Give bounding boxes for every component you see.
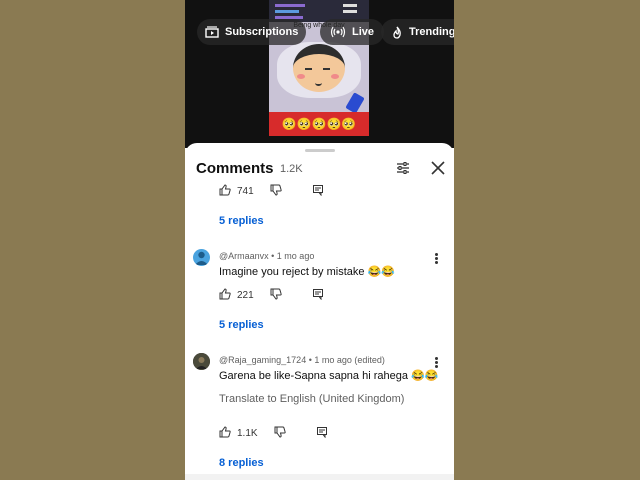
view-replies-link[interactable]: 5 replies	[219, 319, 264, 331]
live-icon	[330, 26, 346, 38]
phone-screen: Being whole day 🥺🥺🥺🥺🥺 Subscriptions Live…	[185, 0, 454, 480]
cheek	[331, 74, 339, 79]
thumb-up-icon[interactable]	[219, 287, 231, 303]
nav-subscriptions-label: Subscriptions	[225, 26, 299, 38]
play-square-icon	[205, 26, 219, 38]
emoji-band: 🥺🥺🥺🥺🥺	[269, 112, 369, 136]
comment-actions: 741	[219, 183, 324, 199]
filter-icon[interactable]	[395, 160, 411, 176]
comments-count: 1.2K	[280, 163, 303, 175]
close-icon[interactable]	[430, 160, 446, 176]
thumb-bar	[343, 10, 357, 13]
drag-handle[interactable]	[305, 149, 335, 152]
comment-text: Garena be like-Sapna sapna hi rahega 😂😂	[219, 370, 439, 382]
view-replies-link[interactable]: 5 replies	[219, 215, 264, 227]
eye	[305, 68, 312, 70]
comment-meta: @Armaanvx • 1 mo ago	[219, 251, 315, 261]
eye	[323, 68, 330, 70]
phone-in-hand	[345, 92, 365, 114]
nav-live[interactable]: Live	[320, 19, 385, 45]
trending-flame-icon	[391, 26, 403, 39]
comment-actions: 221	[219, 287, 324, 303]
nav-trending[interactable]: Trending	[381, 19, 454, 45]
thumb-down-icon[interactable]	[270, 288, 282, 303]
avatar[interactable]	[193, 353, 210, 370]
more-vert-icon[interactable]	[435, 356, 441, 369]
more-vert-icon[interactable]	[435, 252, 441, 265]
thumb-down-icon[interactable]	[274, 426, 286, 441]
thumb-bar	[275, 10, 299, 13]
comments-header: Comments 1.2K	[185, 153, 454, 185]
comment-actions: 1.1K	[219, 425, 328, 441]
bottom-strip	[185, 474, 454, 480]
thumb-bar	[343, 4, 357, 7]
cartoon-face	[293, 44, 345, 92]
thumb-up-icon[interactable]	[219, 425, 231, 441]
like-count: 741	[237, 185, 254, 197]
nav-live-label: Live	[352, 26, 375, 38]
like-count: 221	[237, 289, 254, 301]
cheek	[297, 74, 305, 79]
thumb-up-icon[interactable]	[219, 183, 231, 199]
video-player[interactable]: Being whole day 🥺🥺🥺🥺🥺 Subscriptions Live…	[185, 0, 454, 148]
thumb-down-icon[interactable]	[270, 184, 282, 199]
nav-subscriptions[interactable]: Subscriptions	[197, 19, 307, 45]
mouth	[315, 80, 322, 86]
comment-meta: @Raja_gaming_1724 • 1 mo ago (edited)	[219, 355, 385, 365]
comments-title: Comments	[196, 160, 274, 177]
like-count: 1.1K	[237, 427, 258, 439]
comments-sheet: Comments 1.2K 741 5 replies @Armaanvx • …	[185, 143, 454, 480]
avatar[interactable]	[193, 249, 210, 266]
translate-link[interactable]: Translate to English (United Kingdom)	[219, 393, 404, 405]
comment-text: Imagine you reject by mistake 😂😂	[219, 266, 395, 278]
reply-icon[interactable]	[312, 184, 324, 199]
reply-icon[interactable]	[312, 288, 324, 303]
reply-icon[interactable]	[316, 426, 328, 441]
view-replies-link[interactable]: 8 replies	[219, 457, 264, 469]
nav-trending-label: Trending	[409, 26, 454, 38]
thumb-bar	[275, 4, 305, 7]
